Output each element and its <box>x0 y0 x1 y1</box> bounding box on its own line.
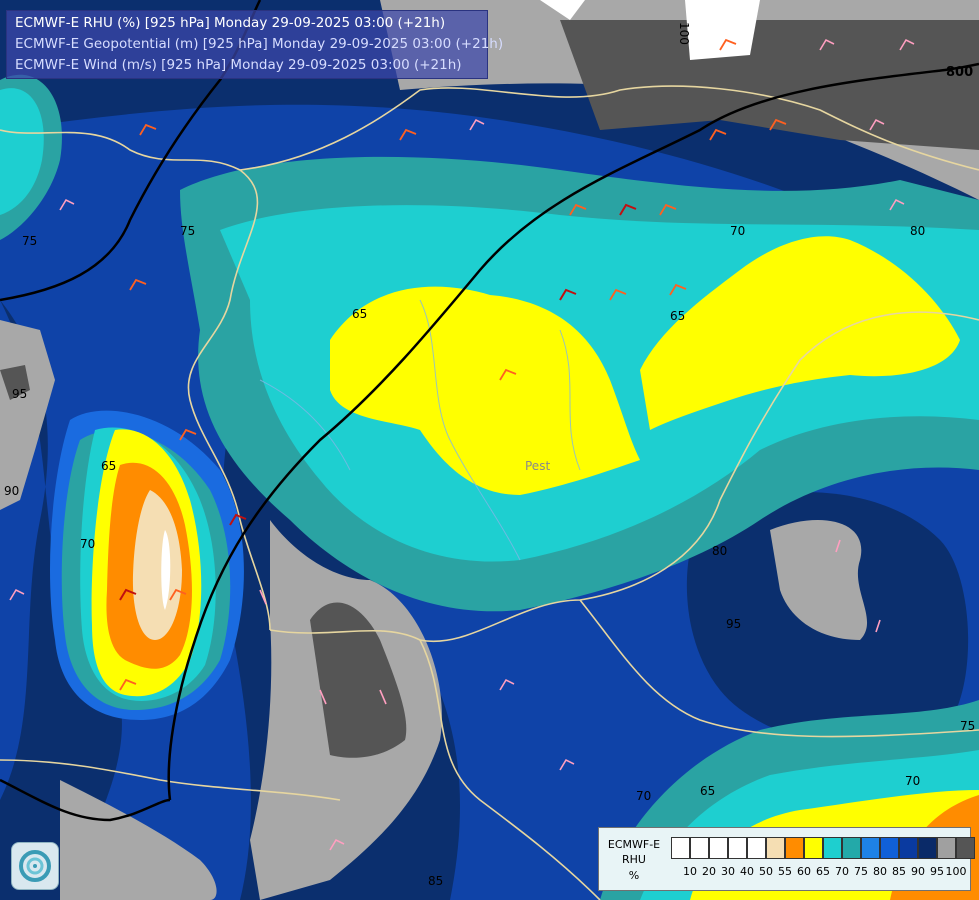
legend-title-model: ECMWF-E <box>607 838 661 851</box>
contour-label: 70 <box>905 774 920 788</box>
contour-label: 65 <box>670 309 685 323</box>
legend-title-unit: % <box>628 869 640 882</box>
legend-swatch <box>956 837 975 859</box>
contour-label: 75 <box>22 234 37 248</box>
title-rhu: ECMWF-E RHU (%) [925 hPa] Monday 29-09-2… <box>15 15 446 31</box>
contour-label: 75 <box>960 719 975 733</box>
contour-label: 85 <box>428 874 443 888</box>
legend-swatch <box>842 837 861 859</box>
legend-swatch <box>937 837 956 859</box>
white-patch-2 <box>685 0 760 60</box>
legend-swatch <box>690 837 709 859</box>
legend-title-variable: RHU <box>622 853 646 866</box>
contour-label: 70 <box>636 789 651 803</box>
contour-label: 70 <box>730 224 745 238</box>
weather-map: 75 75 65 65 65 70 70 70 80 80 95 95 75 6… <box>0 0 979 900</box>
legend-swatch <box>671 837 690 859</box>
contour-label: 75 <box>180 224 195 238</box>
contour-label: 95 <box>726 617 741 631</box>
legend-swatch <box>785 837 804 859</box>
geopotential-label-800: 800 <box>946 65 973 80</box>
legend-swatch <box>728 837 747 859</box>
legend-swatch <box>709 837 728 859</box>
contour-label: 65 <box>700 784 715 798</box>
legend-swatch <box>918 837 937 859</box>
legend-swatch <box>880 837 899 859</box>
contour-label: 90 <box>4 484 19 498</box>
contour-label: 80 <box>910 224 925 238</box>
contour-label: 65 <box>101 459 116 473</box>
ecmwf-swirl-icon <box>19 850 51 882</box>
legend-swatch <box>823 837 842 859</box>
legend-swatch <box>747 837 766 859</box>
geopotential-label-100: 100 <box>677 22 691 45</box>
map-title-box: ECMWF-E RHU (%) [925 hPa] Monday 29-09-2… <box>6 10 503 79</box>
legend-swatch <box>861 837 880 859</box>
legend: ECMWF-E RHU % 10 20 30 40 50 55 60 65 70 75 80 85 90… <box>598 827 975 891</box>
legend-swatch <box>899 837 918 859</box>
title-wind: ECMWF-E Wind (m/s) [925 hPa] Monday 29-0… <box>15 57 462 73</box>
legend-swatch <box>804 837 823 859</box>
ecmwf-logo <box>11 842 59 890</box>
contour-label: 80 <box>712 544 727 558</box>
contour-label: 95 <box>12 387 27 401</box>
legend-swatch <box>766 837 785 859</box>
contour-label: 65 <box>352 307 367 321</box>
city-label-pest: Pest <box>525 459 550 473</box>
legend-tick: 100 <box>945 865 967 878</box>
title-geopotential: ECMWF-E Geopotential (m) [925 hPa] Monda… <box>15 36 504 52</box>
contour-label: 70 <box>80 537 95 551</box>
